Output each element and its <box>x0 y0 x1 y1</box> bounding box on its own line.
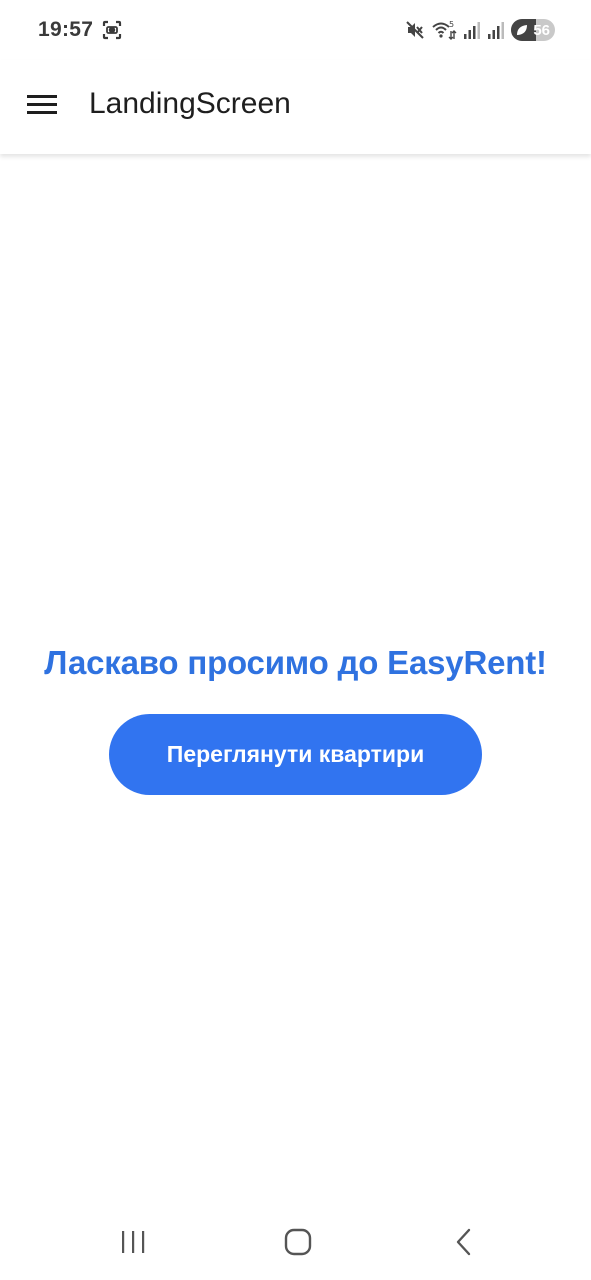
app-bar: LandingScreen <box>0 60 591 154</box>
system-nav-bar <box>0 1210 591 1280</box>
page-title: LandingScreen <box>89 87 291 120</box>
home-button[interactable] <box>274 1222 322 1262</box>
wifi-icon: 5 <box>432 20 457 40</box>
signal-icon <box>464 22 480 39</box>
back-button[interactable] <box>440 1222 488 1262</box>
recent-apps-button[interactable] <box>109 1222 157 1262</box>
menu-icon <box>27 95 57 114</box>
signal-icon-2 <box>488 22 504 39</box>
view-apartments-button[interactable]: Переглянути квартири <box>109 714 482 795</box>
status-bar: 19:57 5 56 <box>0 0 591 60</box>
battery-icon: 56 <box>511 19 555 41</box>
back-icon <box>456 1228 471 1256</box>
svg-text:5: 5 <box>449 20 454 29</box>
battery-level: 56 <box>533 21 550 39</box>
mute-icon <box>406 21 424 39</box>
welcome-heading: Ласкаво просимо до EasyRent! <box>44 644 547 681</box>
screenshot-icon <box>102 20 122 40</box>
screen: 19:57 5 56 LandingScreen Ласкаво просимо… <box>0 0 591 1280</box>
recent-apps-icon <box>122 1231 145 1253</box>
menu-button[interactable] <box>20 82 64 126</box>
status-time: 19:57 <box>38 18 94 41</box>
home-icon <box>284 1228 312 1256</box>
status-icons: 5 56 <box>405 18 555 42</box>
main-content: Ласкаво просимо до EasyRent! Переглянути… <box>0 154 591 1210</box>
